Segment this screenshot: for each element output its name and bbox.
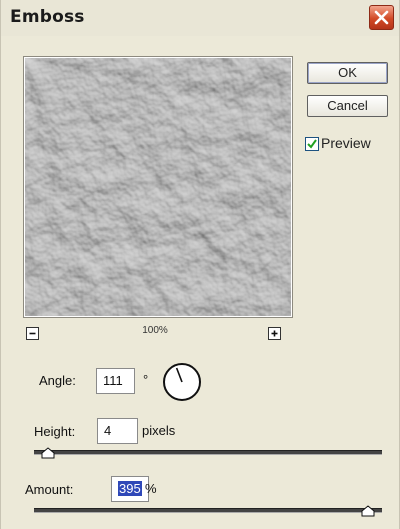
angle-label: Angle: — [39, 373, 76, 388]
zoom-level: 100% — [142, 325, 168, 336]
height-label: Height: — [34, 424, 76, 439]
zoom-out-button[interactable] — [26, 327, 39, 340]
checkmark-icon — [307, 139, 317, 149]
height-unit: pixels — [142, 423, 176, 438]
dialog-title: Emboss — [10, 7, 85, 27]
height-input[interactable]: 4 — [97, 418, 138, 444]
minus-icon — [29, 332, 36, 335]
emboss-preview-image — [25, 58, 291, 316]
close-button[interactable] — [369, 5, 394, 30]
ok-button[interactable]: OK — [307, 62, 388, 84]
title-bar[interactable]: Emboss — [1, 0, 399, 36]
amount-input[interactable]: 395 — [111, 476, 149, 502]
amount-unit: % — [145, 481, 157, 496]
close-icon — [374, 10, 389, 25]
angle-unit: ° — [143, 372, 149, 387]
filter-preview[interactable] — [23, 56, 293, 318]
emboss-dialog: Emboss OK Cancel Preview 100% Angle: 111… — [0, 0, 400, 529]
zoom-in-button[interactable] — [268, 327, 281, 340]
amount-value-selected: 395 — [118, 481, 142, 496]
preview-checkbox-label[interactable]: Preview — [321, 135, 371, 151]
amount-label: Amount: — [25, 482, 74, 497]
cancel-button[interactable]: Cancel — [307, 95, 388, 117]
plus-icon — [271, 330, 278, 337]
height-slider-thumb[interactable] — [41, 447, 55, 459]
angle-dial-icon[interactable] — [161, 361, 203, 403]
amount-slider-thumb[interactable] — [361, 505, 375, 517]
angle-input[interactable]: 111 — [96, 368, 135, 394]
height-slider[interactable] — [34, 450, 382, 455]
preview-checkbox[interactable] — [305, 137, 319, 151]
amount-slider[interactable] — [34, 508, 382, 513]
